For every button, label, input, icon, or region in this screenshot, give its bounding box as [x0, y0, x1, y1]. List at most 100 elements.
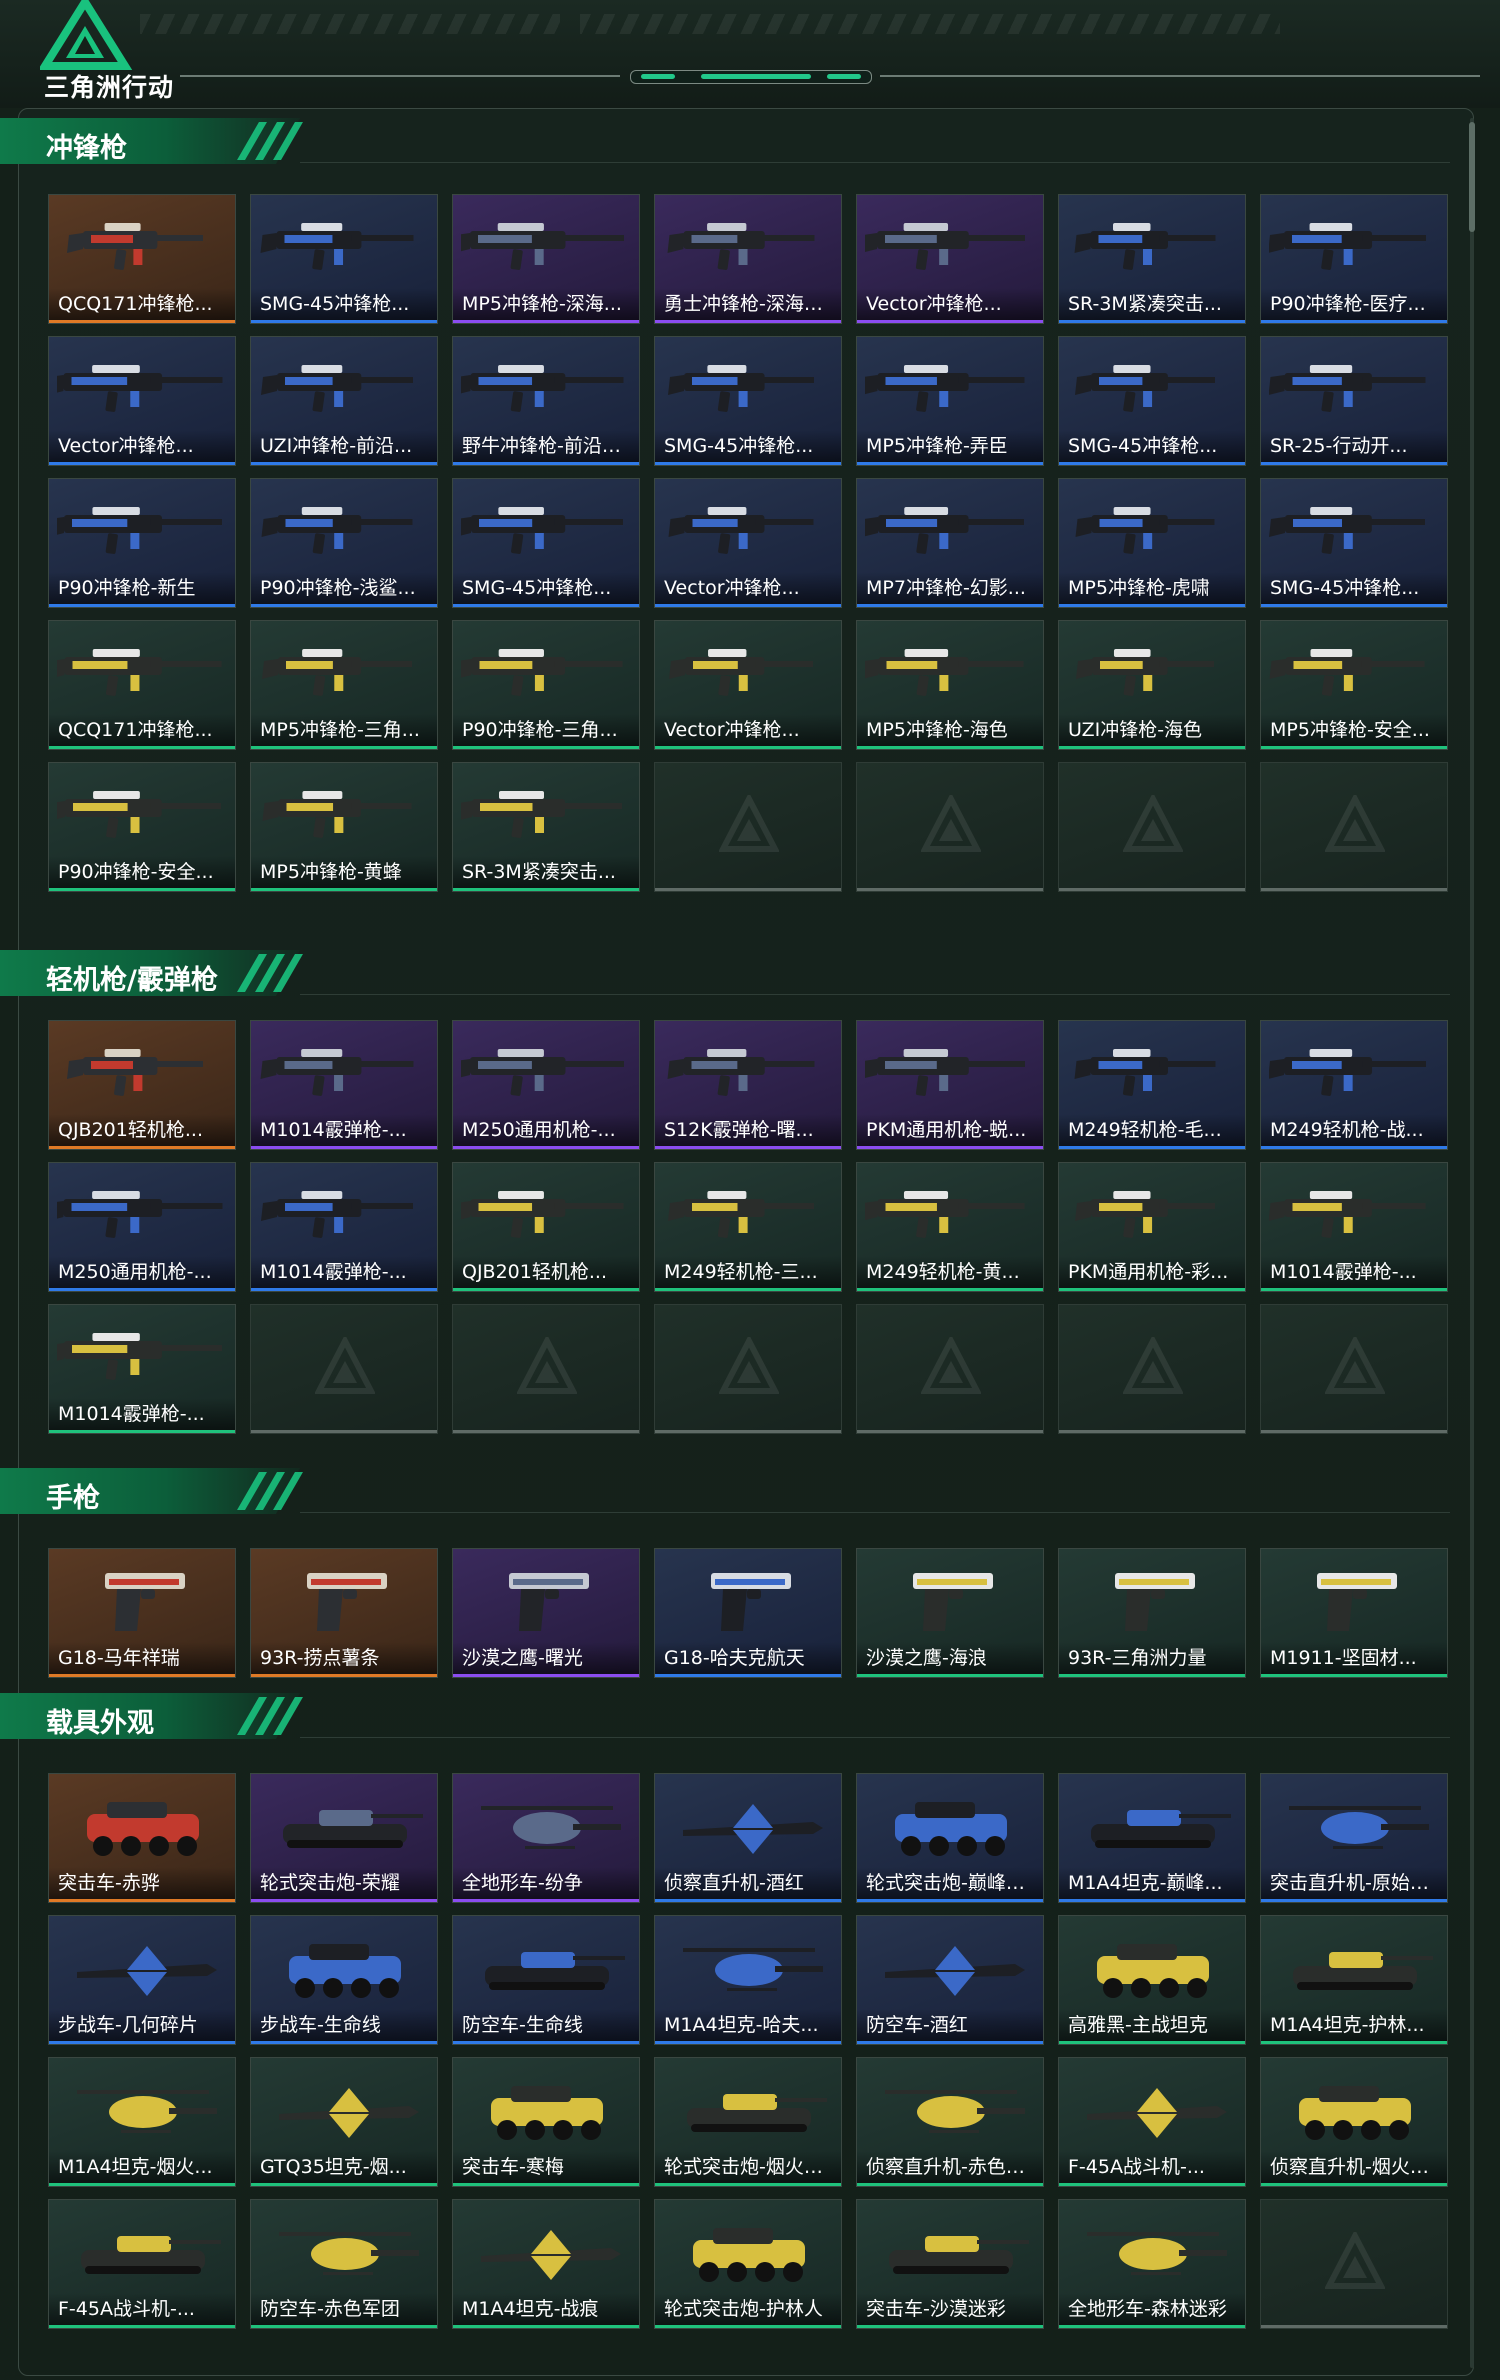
skin-card[interactable]: 轮式突击炮-荣耀: [250, 1773, 438, 1903]
skin-card[interactable]: 步战车-几何碎片: [48, 1915, 236, 2045]
scrollbar-track[interactable]: [1470, 118, 1474, 2368]
skin-card[interactable]: 突击车-赤骅: [48, 1773, 236, 1903]
skin-card[interactable]: 侦察直升机-赤色军...: [856, 2057, 1044, 2187]
skin-card[interactable]: M1014霰弹枪-...: [250, 1162, 438, 1292]
skin-card[interactable]: M1911-坚固材...: [1260, 1548, 1448, 1678]
skin-card[interactable]: MP5冲锋枪-海色: [856, 620, 1044, 750]
skin-card[interactable]: M249轻机枪-黄...: [856, 1162, 1044, 1292]
skin-card[interactable]: P90冲锋枪-浅鲨...: [250, 478, 438, 608]
empty-slot: [654, 762, 842, 892]
scrollbar-thumb[interactable]: [1469, 122, 1475, 232]
skin-card[interactable]: SMG-45冲锋枪...: [452, 478, 640, 608]
skin-card[interactable]: Vector冲锋枪...: [654, 620, 842, 750]
skin-card[interactable]: MP5冲锋枪-黄蜂: [250, 762, 438, 892]
skin-card[interactable]: 步战车-生命线: [250, 1915, 438, 2045]
weapon-image: [1269, 223, 1426, 270]
skin-card[interactable]: QCQ171冲锋枪...: [48, 194, 236, 324]
skin-card[interactable]: PKM通用机枪-彩...: [1058, 1162, 1246, 1292]
rarity-bar: [655, 320, 841, 323]
skin-card[interactable]: 防空车-赤色军团: [250, 2199, 438, 2329]
skin-card[interactable]: G18-马年祥瑞: [48, 1548, 236, 1678]
skin-card[interactable]: F-45A战斗机-...: [48, 2199, 236, 2329]
vehicle-image: [885, 1946, 1025, 1996]
skin-card[interactable]: SR-25-行动开...: [1260, 336, 1448, 466]
skin-card[interactable]: 沙漠之鹰-曙光: [452, 1548, 640, 1678]
skin-card[interactable]: S12K霰弹枪-曙...: [654, 1020, 842, 1150]
skin-card[interactable]: UZI冲锋枪-前沿...: [250, 336, 438, 466]
skin-name: S12K霰弹枪-曙...: [655, 1114, 841, 1146]
page-indicator: [630, 70, 872, 84]
skin-card[interactable]: M1014霰弹枪-...: [1260, 1162, 1448, 1292]
skin-card[interactable]: SMG-45冲锋枪...: [1260, 478, 1448, 608]
skin-card[interactable]: 防空车-生命线: [452, 1915, 640, 2045]
skin-card[interactable]: M1A4坦克-烟火...: [48, 2057, 236, 2187]
skin-card[interactable]: M1014霰弹枪-...: [250, 1020, 438, 1150]
skin-card[interactable]: M1A4坦克-护林...: [1260, 1915, 1448, 2045]
skin-card[interactable]: 93R-三角洲力量: [1058, 1548, 1246, 1678]
skin-card[interactable]: 全地形车-森林迷彩: [1058, 2199, 1246, 2329]
skin-card[interactable]: Vector冲锋枪...: [654, 478, 842, 608]
skin-card[interactable]: UZI冲锋枪-海色: [1058, 620, 1246, 750]
skin-card[interactable]: 侦察直升机-烟火2...: [1260, 2057, 1448, 2187]
skin-card[interactable]: SMG-45冲锋枪...: [1058, 336, 1246, 466]
skin-card[interactable]: MP5冲锋枪-弄臣: [856, 336, 1044, 466]
skin-card[interactable]: SMG-45冲锋枪...: [654, 336, 842, 466]
skin-card[interactable]: 全地形车-纷争: [452, 1773, 640, 1903]
skin-card[interactable]: M249轻机枪-三...: [654, 1162, 842, 1292]
skin-card[interactable]: 突击车-沙漠迷彩: [856, 2199, 1044, 2329]
skin-card[interactable]: SR-3M紧凑突击...: [452, 762, 640, 892]
skin-card[interactable]: 93R-捞点薯条: [250, 1548, 438, 1678]
rarity-bar: [49, 1288, 235, 1291]
skin-card[interactable]: MP7冲锋枪-幻影...: [856, 478, 1044, 608]
skin-card[interactable]: Vector冲锋枪...: [48, 336, 236, 466]
skin-card[interactable]: SR-3M紧凑突击...: [1058, 194, 1246, 324]
skin-card[interactable]: M249轻机枪-毛...: [1058, 1020, 1246, 1150]
skin-card[interactable]: M1A4坦克-巅峰...: [1058, 1773, 1246, 1903]
skin-card[interactable]: MP5冲锋枪-安全...: [1260, 620, 1448, 750]
skin-card[interactable]: P90冲锋枪-新生: [48, 478, 236, 608]
skin-card[interactable]: MP5冲锋枪-深海...: [452, 194, 640, 324]
skin-card[interactable]: P90冲锋枪-三角...: [452, 620, 640, 750]
skin-card[interactable]: P90冲锋枪-安全...: [48, 762, 236, 892]
skin-card[interactable]: QJB201轻机枪...: [48, 1020, 236, 1150]
skin-card[interactable]: 防空车-酒红: [856, 1915, 1044, 2045]
skin-card[interactable]: MP5冲锋枪-虎啸: [1058, 478, 1246, 608]
skin-name: 突击车-沙漠迷彩: [857, 2293, 1043, 2325]
skin-card[interactable]: M250通用机枪-...: [48, 1162, 236, 1292]
skin-card[interactable]: G18-哈夫克航天: [654, 1548, 842, 1678]
rarity-bar: [453, 2041, 639, 2044]
skin-card[interactable]: Vector冲锋枪...: [856, 194, 1044, 324]
empty-slot: [1260, 1304, 1448, 1434]
skin-card[interactable]: M1A4坦克-战痕: [452, 2199, 640, 2329]
skin-card[interactable]: SMG-45冲锋枪...: [250, 194, 438, 324]
skin-card[interactable]: F-45A战斗机-...: [1058, 2057, 1246, 2187]
skin-card[interactable]: M1014霰弹枪-...: [48, 1304, 236, 1434]
skin-card[interactable]: 轮式突击炮-烟火2...: [654, 2057, 842, 2187]
rarity-bar: [1059, 1899, 1245, 1902]
skin-card[interactable]: 侦察直升机-酒红: [654, 1773, 842, 1903]
skin-card[interactable]: M1A4坦克-哈夫...: [654, 1915, 842, 2045]
skin-card[interactable]: 轮式突击炮-巅峰竞...: [856, 1773, 1044, 1903]
skin-card[interactable]: PKM通用机枪-蜕...: [856, 1020, 1044, 1150]
weapon-image: [668, 365, 814, 412]
skin-card[interactable]: 沙漠之鹰-海浪: [856, 1548, 1044, 1678]
skin-card[interactable]: MP5冲锋枪-三角...: [250, 620, 438, 750]
skin-card[interactable]: 野牛冲锋枪-前沿科...: [452, 336, 640, 466]
weapon-image: [865, 507, 1024, 554]
weapon-image: [461, 223, 624, 270]
skin-card[interactable]: GTQ35坦克-烟...: [250, 2057, 438, 2187]
rarity-bar: [1261, 746, 1447, 749]
rarity-bar: [1261, 1674, 1447, 1677]
skin-card[interactable]: 突击直升机-原始伪...: [1260, 1773, 1448, 1903]
skin-card[interactable]: P90冲锋枪-医疗...: [1260, 194, 1448, 324]
skin-card[interactable]: QCQ171冲锋枪...: [48, 620, 236, 750]
skin-card[interactable]: M250通用机枪-...: [452, 1020, 640, 1150]
skin-name: QJB201轻机枪...: [453, 1256, 639, 1288]
skin-card[interactable]: QJB201轻机枪...: [452, 1162, 640, 1292]
skin-card[interactable]: 突击车-寒梅: [452, 2057, 640, 2187]
skin-card[interactable]: 高雅黑-主战坦克: [1058, 1915, 1246, 2045]
skin-card[interactable]: 轮式突击炮-护林人: [654, 2199, 842, 2329]
skin-card[interactable]: M249轻机枪-战...: [1260, 1020, 1448, 1150]
weapon-image: [509, 1573, 589, 1631]
skin-card[interactable]: 勇士冲锋枪-深海恐...: [654, 194, 842, 324]
